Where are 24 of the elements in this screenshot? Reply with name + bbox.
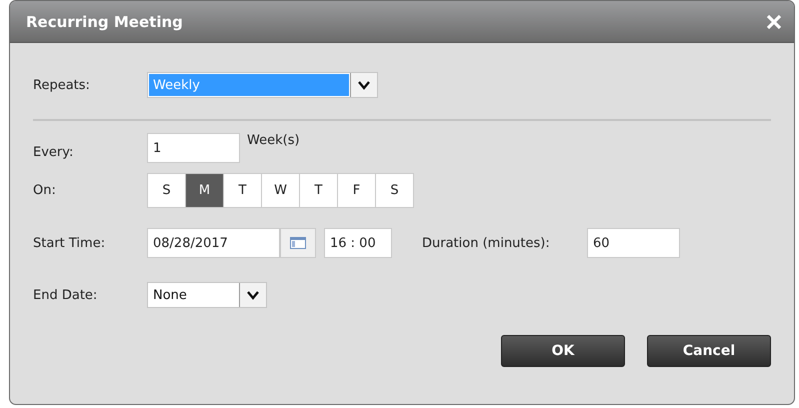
calendar-button[interactable]	[280, 228, 316, 258]
field-label: Repeats:	[33, 78, 91, 92]
unit-label: Week(s)	[247, 133, 300, 148]
input-field[interactable]: 1	[147, 133, 240, 163]
time-field[interactable]: 16 : 00	[324, 228, 392, 258]
dialog-button[interactable]: OK	[501, 335, 625, 367]
day-toggle[interactable]: M	[185, 174, 223, 207]
field-label: On:	[33, 183, 57, 198]
day-toggle[interactable]: S	[148, 174, 185, 207]
field-label: Start Time:	[33, 236, 106, 250]
day-toggle[interactable]: S	[375, 174, 413, 207]
date-field[interactable]: 08/28/2017	[147, 228, 280, 258]
field-label: Every:	[33, 144, 74, 160]
day-toggle[interactable]: T	[223, 174, 261, 207]
day-toggle[interactable]: F	[337, 174, 375, 207]
day-toggle[interactable]: W	[261, 174, 299, 207]
dialog-button[interactable]: Cancel	[647, 335, 771, 367]
input-field[interactable]: 60	[587, 228, 680, 258]
close-icon[interactable]	[766, 14, 782, 30]
field-label: End Date:	[33, 288, 98, 302]
day-toggle[interactable]: T	[299, 174, 337, 207]
window-title: Recurring Meeting	[26, 12, 183, 30]
calendar-icon	[290, 237, 306, 249]
field-label: Duration (minutes):	[422, 236, 551, 250]
